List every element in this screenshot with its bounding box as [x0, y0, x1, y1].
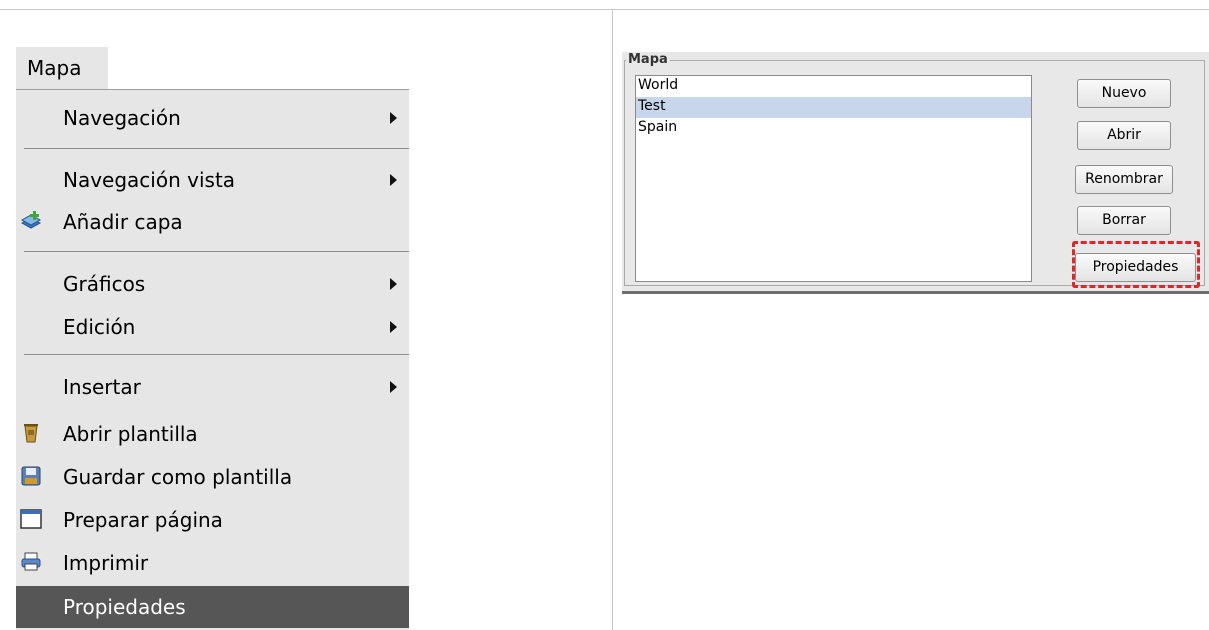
menu-item-label: Guardar como plantilla	[63, 465, 293, 489]
menu-item-preparar-pagina[interactable]: Preparar página	[16, 499, 409, 541]
save-template-icon	[21, 466, 41, 486]
new-map-button[interactable]: Nuevo	[1077, 79, 1171, 108]
menu-item-label: Edición	[63, 315, 136, 339]
map-group-legend: Mapa	[626, 52, 670, 68]
menu-separator	[24, 354, 409, 355]
map-list-item-spain[interactable]: Spain	[636, 118, 1031, 139]
menu-item-label: Preparar página	[63, 508, 223, 532]
menu-item-insertar[interactable]: Insertar	[16, 366, 409, 408]
menu-item-graficos[interactable]: Gráficos	[16, 263, 409, 305]
submenu-arrow-icon	[390, 174, 397, 186]
open-map-button[interactable]: Abrir	[1077, 121, 1171, 150]
delete-map-button[interactable]: Borrar	[1077, 206, 1171, 235]
properties-highlight-box	[1072, 241, 1200, 288]
mapa-menu: Navegación Navegación vista Añadir capa …	[16, 89, 409, 630]
rename-map-button[interactable]: Renombrar	[1075, 165, 1173, 194]
menu-item-label: Gráficos	[63, 272, 146, 296]
center-divider	[612, 9, 613, 630]
menu-title-mapa[interactable]: Mapa	[16, 47, 108, 89]
menu-separator	[24, 251, 409, 252]
menu-item-navegacion-vista[interactable]: Navegación vista	[16, 159, 409, 201]
menu-item-abrir-plantilla[interactable]: Abrir plantilla	[16, 413, 409, 455]
menu-item-guardar-plantilla[interactable]: Guardar como plantilla	[16, 456, 409, 498]
open-template-icon	[24, 424, 38, 443]
menu-item-label: Imprimir	[63, 551, 149, 575]
menu-item-imprimir[interactable]: Imprimir	[16, 542, 409, 584]
map-list-item-world[interactable]: World	[636, 76, 1031, 97]
page-setup-icon	[20, 509, 42, 529]
menu-item-label: Abrir plantilla	[63, 422, 198, 446]
menu-item-propiedades[interactable]: Propiedades	[16, 586, 409, 628]
menu-item-anadir-capa[interactable]: Añadir capa	[16, 201, 409, 243]
menu-item-label: Insertar	[63, 375, 141, 399]
submenu-arrow-icon	[390, 278, 397, 290]
menu-item-label: Propiedades	[63, 595, 186, 619]
menu-item-edicion[interactable]: Edición	[16, 306, 409, 348]
menu-item-navegacion[interactable]: Navegación	[16, 97, 409, 139]
submenu-arrow-icon	[390, 112, 397, 124]
map-list[interactable]: World Test Spain	[635, 75, 1032, 282]
menu-item-label: Navegación vista	[63, 168, 236, 192]
add-layer-icon	[20, 211, 42, 229]
submenu-arrow-icon	[390, 381, 397, 393]
map-list-item-test[interactable]: Test	[636, 97, 1031, 118]
submenu-arrow-icon	[390, 321, 397, 333]
printer-icon	[21, 552, 41, 571]
menu-item-label: Añadir capa	[63, 210, 183, 234]
top-border	[0, 9, 1209, 10]
menu-separator	[24, 148, 409, 149]
menu-item-label: Navegación	[63, 106, 181, 130]
